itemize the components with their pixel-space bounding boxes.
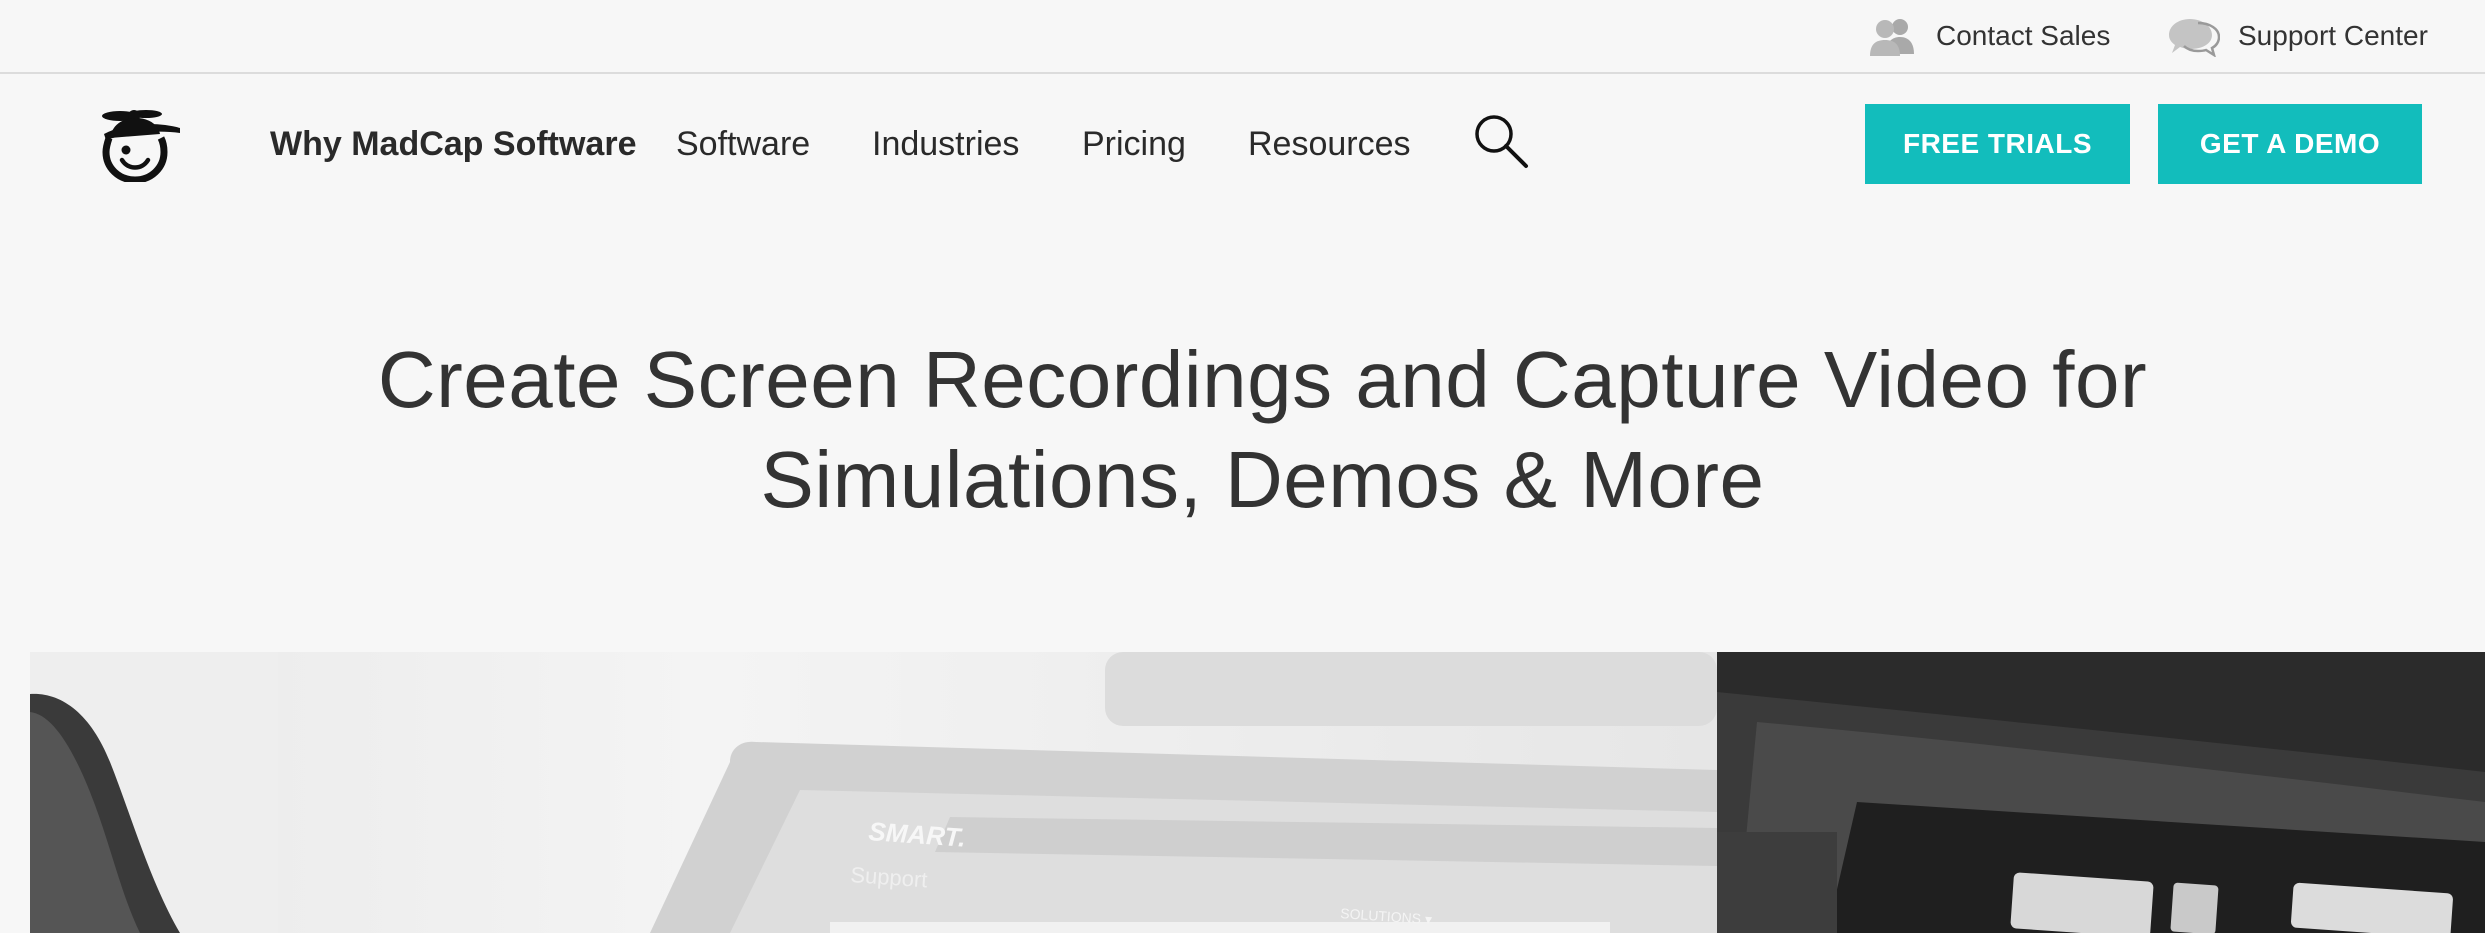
- people-icon: [1868, 16, 1918, 56]
- contact-sales-link[interactable]: Contact Sales: [1868, 14, 2110, 58]
- madcap-logo-icon[interactable]: [96, 104, 182, 184]
- chat-bubbles-icon: [2168, 15, 2220, 57]
- nav-why-madcap[interactable]: Why MadCap Software: [270, 120, 636, 168]
- get-a-demo-button[interactable]: GET A DEMO: [2158, 104, 2422, 184]
- hero-title-line-1: Create Screen Recordings and Capture Vid…: [377, 335, 2148, 424]
- hero-title-line-2: Simulations, Demos & More: [760, 435, 1765, 524]
- hero-image-laptop: SMART. Support SOLUTIONS ▾: [30, 652, 1717, 933]
- hero-image-dark: [1717, 652, 2485, 933]
- nav-pricing[interactable]: Pricing: [1082, 120, 1186, 168]
- utility-bar: Contact Sales Support Center: [0, 0, 2485, 74]
- nav-software[interactable]: Software: [676, 120, 810, 168]
- hero-title: Create Screen Recordings and Capture Vid…: [200, 330, 2325, 530]
- main-nav: Why MadCap Software Software Industries …: [0, 76, 2485, 210]
- support-center-link[interactable]: Support Center: [2168, 14, 2428, 58]
- search-icon[interactable]: [1472, 112, 1530, 170]
- support-center-label: Support Center: [2238, 20, 2428, 51]
- nav-industries[interactable]: Industries: [872, 120, 1019, 168]
- free-trials-button[interactable]: FREE TRIALS: [1865, 104, 2130, 184]
- nav-resources[interactable]: Resources: [1248, 120, 1411, 168]
- contact-sales-label: Contact Sales: [1936, 20, 2111, 51]
